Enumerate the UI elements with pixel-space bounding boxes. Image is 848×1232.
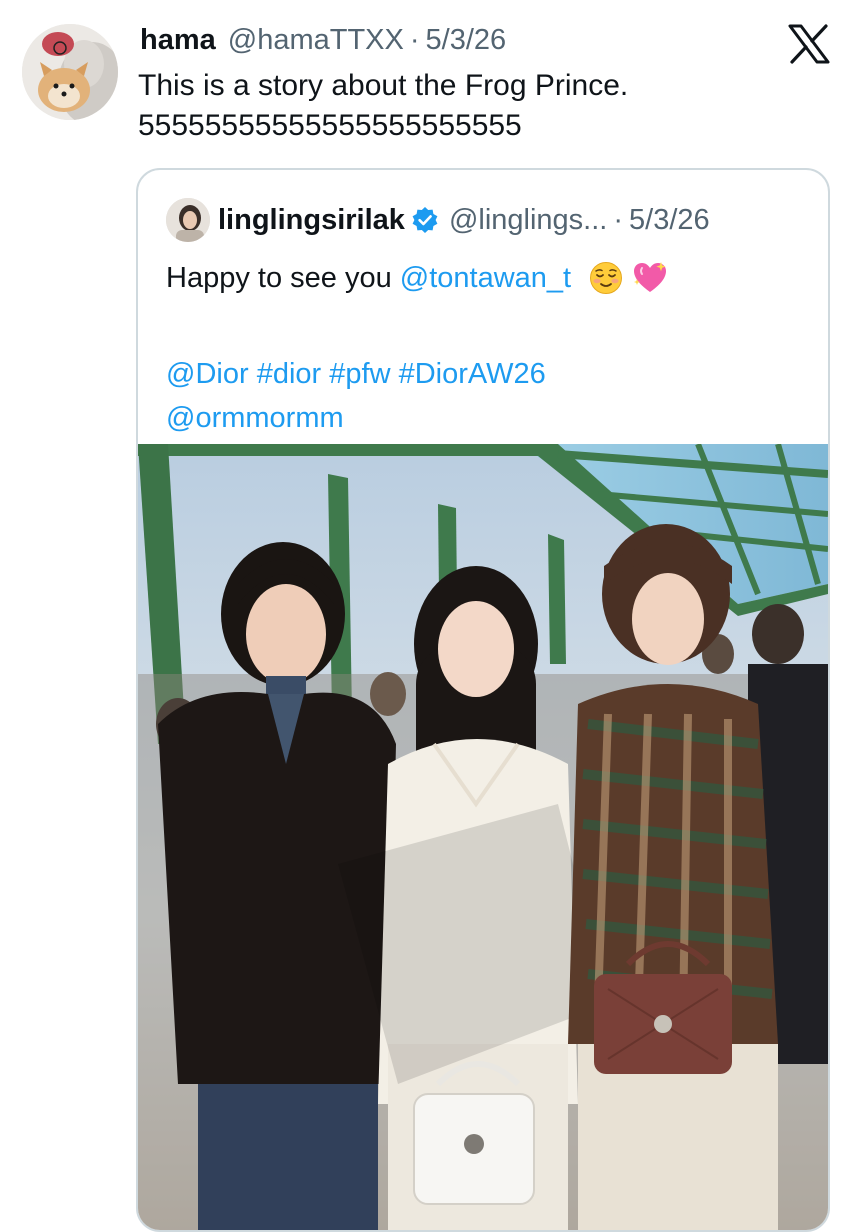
tweet-text: This is a story about the Frog Prince. 5… [138,66,828,146]
quoted-author-handle[interactable]: @linglings... [449,204,607,237]
hashtag-link[interactable]: #dior [257,358,322,390]
mention-link[interactable]: @Dior [166,358,249,390]
mention-link[interactable]: @tontawan_t [400,262,571,294]
author-handle[interactable]: @hamaTTXX [228,24,404,57]
separator-dot: · [409,24,420,56]
mention-link[interactable]: @ormmormm [166,402,344,434]
quoted-tweet-text: Happy to see you @tontawan_t @Dior #dior… [166,256,806,440]
quoted-tweet-date[interactable]: 5/3/26 [629,204,710,237]
tweet-text-line: 55555555555555555555555 [138,109,522,142]
hashtag-link[interactable]: #pfw [329,358,390,390]
sparkling-heart-emoji [631,261,669,308]
photo-illustration [138,442,828,1230]
author-name[interactable]: hama [140,24,216,57]
tweet-header: hama @hamaTTXX · 5/3/26 [140,24,506,60]
separator-dot: · [613,203,624,236]
tweet-date[interactable]: 5/3/26 [426,24,507,57]
tweet-text-line: This is a story about the Frog Prince. [138,69,629,102]
quoted-tweet-header: linglingsirilak @linglings... · 5/3/26 [166,198,710,242]
x-logo-icon[interactable] [788,24,830,64]
relieved-face-emoji [589,261,623,308]
quoted-avatar-image [166,198,210,242]
mention-line: @ormmormm [166,396,806,440]
verified-badge-icon [411,206,439,234]
quoted-author-name[interactable]: linglingsirilak [218,204,405,237]
attached-photo[interactable] [138,442,828,1230]
quoted-text-prefix: Happy to see you [166,262,400,294]
avatar[interactable] [22,24,118,120]
quoted-tweet-card[interactable]: linglingsirilak @linglings... · 5/3/26 H… [136,168,830,1232]
quoted-text-line: Happy to see you @tontawan_t [166,256,806,308]
avatar-image [22,24,118,120]
tags-line: @Dior #dior #pfw #DiorAW26 [166,352,806,396]
hashtag-link[interactable]: #DiorAW26 [399,358,546,390]
quoted-avatar[interactable] [166,198,210,242]
